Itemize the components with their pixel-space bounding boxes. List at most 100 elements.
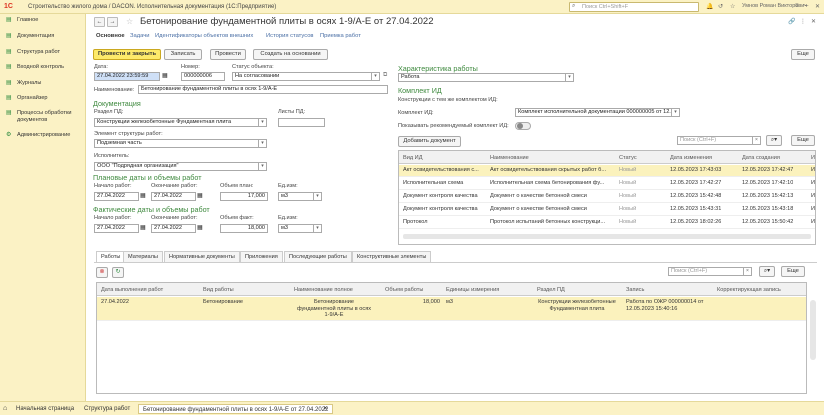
fact-end-field[interactable]: 27.04.2022 bbox=[151, 224, 196, 233]
favorite-star-icon[interactable]: ☆ bbox=[126, 17, 133, 26]
table-row[interactable]: Документ контроля качества Документ о ка… bbox=[399, 191, 815, 203]
sidebar-item-organizer[interactable]: ▤ Органайзер bbox=[0, 95, 48, 102]
tab-status-history[interactable]: История статусов bbox=[266, 33, 314, 39]
docs-col-name[interactable]: Наименование bbox=[490, 155, 529, 161]
status-open-icon[interactable]: ⧉ bbox=[383, 72, 387, 79]
minimize-icon[interactable]: – bbox=[805, 3, 808, 9]
characteristics-field[interactable]: Работа bbox=[398, 73, 566, 82]
history-icon[interactable]: ↺ bbox=[718, 3, 723, 10]
status-field[interactable]: На согласовании bbox=[232, 72, 372, 81]
docs-horizontal-scrollbar[interactable] bbox=[403, 234, 811, 239]
section-pd-dropdown-icon[interactable]: ▾ bbox=[259, 118, 267, 127]
global-search-input[interactable]: Поиск Ctrl+Shift+F bbox=[569, 2, 699, 12]
docs-col-kind[interactable]: Вид ИД bbox=[403, 155, 422, 161]
tab-subsequent-works[interactable]: Последующие работы bbox=[284, 251, 352, 262]
tab-materials[interactable]: Материалы bbox=[123, 251, 163, 262]
executor-dropdown-icon[interactable]: ▾ bbox=[259, 162, 267, 171]
characteristics-dropdown-icon[interactable]: ▾ bbox=[566, 73, 574, 82]
plan-end-calendar-icon[interactable]: ▦ bbox=[197, 192, 203, 199]
plan-start-field[interactable]: 27.04.2022 bbox=[94, 192, 139, 201]
fact-end-calendar-icon[interactable]: ▦ bbox=[197, 224, 203, 231]
sidebar-item-input-control[interactable]: ▤ Входной контроль bbox=[0, 64, 64, 71]
table-row[interactable]: Акт освидетельствования с... Акт освидет… bbox=[399, 165, 815, 177]
works-col-date[interactable]: Дата выполнения работ bbox=[101, 287, 163, 293]
delete-icon[interactable]: ⊗ bbox=[96, 267, 108, 278]
create-based-button[interactable]: Создать на основании bbox=[253, 49, 328, 60]
docs-search-input[interactable]: Поиск (Ctrl+F) bbox=[677, 136, 753, 145]
plan-end-field[interactable]: 27.04.2022 bbox=[151, 192, 196, 201]
docs-col-extra[interactable]: И bbox=[811, 155, 815, 161]
show-recommended-toggle[interactable] bbox=[515, 122, 531, 130]
table-row[interactable]: 27.04.2022 Бетонирование Бетонирование ф… bbox=[97, 297, 806, 321]
sidebar-item-admin[interactable]: ⚙ Администрирование bbox=[0, 132, 70, 139]
back-button[interactable]: ← bbox=[94, 17, 105, 27]
works-search-button[interactable]: ⌕▾ bbox=[759, 266, 775, 277]
date-field[interactable]: 27.04.2022 23:59:59 bbox=[94, 72, 160, 81]
sheets-pd-field[interactable] bbox=[278, 118, 325, 127]
task-current-form[interactable]: Бетонирование фундаментной плиты в осях … bbox=[138, 404, 334, 414]
table-row[interactable]: Протокол Протокол испытаний бетонных кон… bbox=[399, 217, 815, 229]
sidebar-item-documentation[interactable]: ▤ Документация bbox=[0, 33, 54, 40]
more-button[interactable]: Еще bbox=[791, 49, 815, 60]
task-start-page[interactable]: Начальная страница bbox=[12, 404, 78, 414]
name-field[interactable]: Бетонирование фундаментной плиты в осях … bbox=[138, 85, 388, 94]
refresh-icon[interactable]: ↻ bbox=[112, 267, 124, 278]
works-more-button[interactable]: Еще bbox=[781, 266, 805, 277]
calendar-icon[interactable]: ▦ bbox=[162, 72, 168, 79]
post-button[interactable]: Провести bbox=[210, 49, 246, 60]
sidebar-item-processes[interactable]: ▤ Процессы обработки документов bbox=[0, 110, 84, 124]
docs-col-status[interactable]: Статус bbox=[619, 155, 637, 161]
task-close-icon[interactable]: ✕ bbox=[323, 405, 328, 412]
sidebar-item-journals[interactable]: ▤ Журналы bbox=[0, 80, 41, 87]
works-col-kind[interactable]: Вид работы bbox=[203, 287, 234, 293]
docs-more-button[interactable]: Еще bbox=[791, 135, 815, 146]
tab-acceptance[interactable]: Приемка работ bbox=[320, 33, 361, 39]
tab-main[interactable]: Основное bbox=[96, 33, 125, 39]
plan-start-calendar-icon[interactable]: ▦ bbox=[140, 192, 146, 199]
works-search-input[interactable]: Поиск (Ctrl+F) bbox=[668, 267, 744, 276]
docs-col-created[interactable]: Дата создания bbox=[742, 155, 780, 161]
works-search-clear-icon[interactable]: × bbox=[744, 267, 752, 276]
element-dropdown-icon[interactable]: ▾ bbox=[259, 139, 267, 148]
home-icon[interactable]: ⌂ bbox=[3, 405, 7, 412]
close-icon[interactable]: ✕ bbox=[815, 3, 820, 10]
kit-dropdown-icon[interactable]: ▾ bbox=[672, 108, 680, 117]
element-field[interactable]: Подземная часть bbox=[94, 139, 259, 148]
docs-search-button[interactable]: ⌕▾ bbox=[766, 135, 782, 146]
status-dropdown-icon[interactable]: ▾ bbox=[372, 72, 380, 81]
bell-icon[interactable]: 🔔 bbox=[706, 3, 713, 10]
fact-start-calendar-icon[interactable]: ▦ bbox=[140, 224, 146, 231]
works-col-correction[interactable]: Корректирующая запись bbox=[717, 287, 781, 293]
post-close-button[interactable]: Провести и закрыть bbox=[93, 49, 161, 60]
form-close-icon[interactable]: ✕ bbox=[811, 18, 816, 25]
sidebar-item-structure[interactable]: ▤ Структура работ bbox=[0, 49, 60, 56]
tab-works[interactable]: Работы bbox=[96, 251, 126, 262]
sidebar-item-main[interactable]: ▤ Главное bbox=[0, 17, 38, 24]
fact-start-field[interactable]: 27.04.2022 bbox=[94, 224, 139, 233]
tab-tasks[interactable]: Задачи bbox=[130, 33, 149, 39]
tab-attachments[interactable]: Приложения bbox=[240, 251, 283, 262]
menu-icon[interactable]: ≡ bbox=[795, 3, 799, 9]
tab-normative-docs[interactable]: Нормативные документы bbox=[164, 251, 240, 262]
works-col-record[interactable]: Запись bbox=[626, 287, 644, 293]
executor-field[interactable]: ООО "Подрядная организация" bbox=[94, 162, 259, 171]
link-icon[interactable]: 🔗 bbox=[788, 18, 795, 25]
section-pd-field[interactable]: Конструкции железобетонные Фундаментная … bbox=[94, 118, 259, 127]
vertical-scrollbar[interactable] bbox=[810, 300, 816, 360]
add-document-button[interactable]: Добавить документ bbox=[398, 136, 461, 147]
fact-unit-dropdown-icon[interactable]: ▾ bbox=[314, 224, 322, 233]
plan-unit-dropdown-icon[interactable]: ▾ bbox=[314, 192, 322, 201]
plan-unit-field[interactable]: м3 bbox=[278, 192, 314, 201]
table-row[interactable]: Документ контроля качества Документ о ка… bbox=[399, 204, 815, 216]
works-col-volume[interactable]: Объем работы bbox=[385, 287, 423, 293]
works-col-fullname[interactable]: Наименование полное bbox=[294, 287, 353, 293]
plan-volume-field[interactable]: 17,000 bbox=[220, 192, 268, 201]
table-row[interactable]: Исполнительная схема Исполнительная схем… bbox=[399, 178, 815, 190]
docs-col-modified[interactable]: Дата изменения bbox=[670, 155, 712, 161]
tab-structural-elements[interactable]: Конструктивные элементы bbox=[352, 251, 432, 262]
save-button[interactable]: Записать bbox=[164, 49, 202, 60]
tab-external-ids[interactable]: Идентификаторы объектов внешних bbox=[155, 33, 253, 39]
docs-search-clear-icon[interactable]: × bbox=[753, 136, 761, 145]
fact-unit-field[interactable]: м3 bbox=[278, 224, 314, 233]
works-col-unit[interactable]: Единицы измерения bbox=[446, 287, 499, 293]
